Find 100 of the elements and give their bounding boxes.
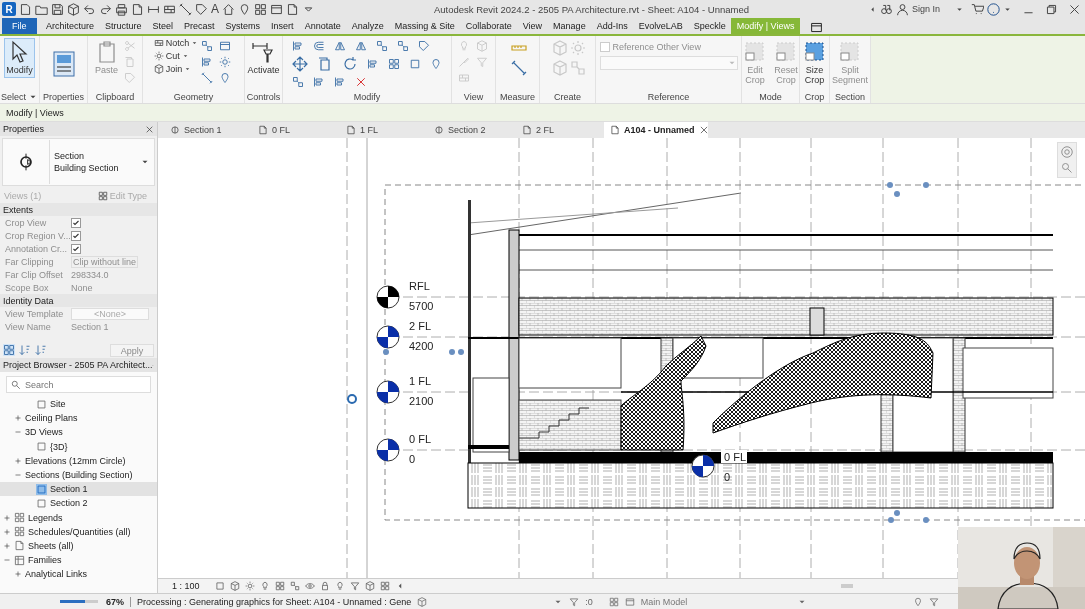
workset-dropdown[interactable]: Main Model xyxy=(640,596,791,607)
tree-item[interactable]: 3D Views xyxy=(0,425,157,440)
view-scale[interactable]: 1 : 100 xyxy=(172,581,200,591)
zoom-icon[interactable] xyxy=(1061,162,1073,174)
cart-icon[interactable] xyxy=(971,2,984,16)
level-head-icon[interactable] xyxy=(691,454,715,478)
grid-icon[interactable] xyxy=(608,596,619,607)
expand-icon[interactable] xyxy=(14,414,22,423)
tree-item[interactable]: Families xyxy=(0,553,157,568)
expand-icon[interactable] xyxy=(14,456,22,465)
eye-icon[interactable] xyxy=(304,581,315,591)
bulb-icon[interactable] xyxy=(259,581,270,591)
document-tab[interactable]: Section 2 xyxy=(428,122,514,138)
help-icon[interactable] xyxy=(987,2,1000,16)
close-icon[interactable] xyxy=(698,125,709,135)
group-header[interactable]: Extents xyxy=(3,204,33,215)
ribbon-tab[interactable]: Analyze xyxy=(346,18,390,34)
rotate-icon[interactable] xyxy=(342,56,358,72)
ribbon-tab[interactable]: Massing & Site xyxy=(389,18,461,34)
align-icon[interactable] xyxy=(367,58,379,70)
sort-icon[interactable] xyxy=(19,344,31,356)
level-elevation[interactable]: 2100 xyxy=(409,395,434,407)
tree-item[interactable]: Section 2 xyxy=(0,496,157,511)
grid-icon[interactable] xyxy=(379,581,390,591)
properties-icon[interactable] xyxy=(51,50,76,78)
align-icon[interactable] xyxy=(313,76,325,88)
align-icon[interactable] xyxy=(292,40,304,52)
tree-item[interactable]: Site xyxy=(0,397,157,412)
sun-icon[interactable] xyxy=(219,56,232,68)
tree-item[interactable]: Sections (Building Section) xyxy=(0,467,157,483)
document-icon[interactable] xyxy=(19,2,32,16)
document-tab[interactable]: Section 1 xyxy=(164,122,250,138)
ribbon-tab[interactable]: Annotate xyxy=(299,18,347,34)
level-name[interactable]: RFL xyxy=(409,280,430,292)
steering-wheel-icon[interactable] xyxy=(1061,146,1073,158)
document-tab[interactable]: 2 FL xyxy=(516,122,602,138)
level-head-icon[interactable] xyxy=(376,380,400,404)
expand-icon[interactable] xyxy=(3,527,11,536)
expand-icon[interactable] xyxy=(3,541,11,550)
grid-icon[interactable] xyxy=(3,344,15,356)
type-selector[interactable]: Section Building Section xyxy=(2,138,155,186)
binoculars-icon[interactable] xyxy=(879,2,893,16)
align-icon[interactable] xyxy=(201,56,214,68)
level-head-icon[interactable] xyxy=(376,438,400,462)
tree-item[interactable]: {3D} xyxy=(0,439,157,454)
ribbon-tab[interactable]: Manage xyxy=(547,18,592,34)
copy-icon[interactable] xyxy=(317,56,333,72)
tree-item[interactable]: Elevations (12mm Circle) xyxy=(0,453,157,468)
cube-icon[interactable] xyxy=(67,2,80,16)
ribbon-tab[interactable]: Collaborate xyxy=(460,18,518,34)
document-tab[interactable]: 1 FL xyxy=(340,122,426,138)
tree-item[interactable]: Schedules/Quantities (all) xyxy=(0,524,157,539)
property-checkbox[interactable] xyxy=(71,230,81,241)
property-checkbox[interactable] xyxy=(71,243,81,254)
tree-item[interactable]: Section 1 xyxy=(0,482,157,497)
redo-icon[interactable] xyxy=(99,2,112,16)
expand-icon[interactable] xyxy=(14,570,22,579)
text-tool[interactable]: A xyxy=(211,2,219,16)
tree-item[interactable]: Analytical Links xyxy=(0,567,157,582)
pin-icon[interactable] xyxy=(912,596,923,607)
restore-icon[interactable] xyxy=(1045,2,1058,16)
close-icon[interactable] xyxy=(145,124,154,134)
cube-icon[interactable] xyxy=(364,581,375,591)
level-head-icon[interactable] xyxy=(376,325,400,349)
expand-icon[interactable] xyxy=(3,513,11,522)
square-icon[interactable] xyxy=(409,58,421,70)
ribbon-tab[interactable]: Systems xyxy=(220,18,266,34)
navigation-bar[interactable] xyxy=(1057,142,1077,178)
ribbon-button[interactable]: Size Crop xyxy=(800,38,829,88)
grid-icon[interactable] xyxy=(388,58,400,70)
tree-item[interactable]: Ceiling Plans xyxy=(0,411,157,426)
dropdown-field[interactable] xyxy=(599,56,738,70)
document-tab[interactable]: 0 FL xyxy=(252,122,338,138)
bulb-icon[interactable] xyxy=(334,581,345,591)
align-icon[interactable] xyxy=(334,76,346,88)
grip-handle[interactable] xyxy=(383,349,389,355)
cube-icon[interactable] xyxy=(229,581,240,591)
ribbon-tab[interactable]: Insert xyxy=(265,18,300,34)
sun-icon[interactable] xyxy=(244,581,255,591)
ribbon-tab[interactable]: Add-Ins xyxy=(591,18,634,34)
grid-icon[interactable] xyxy=(254,2,267,16)
offset-icon[interactable] xyxy=(313,40,325,52)
level-name[interactable]: 1 FL xyxy=(409,375,431,387)
ribbon-tab[interactable]: Architecture xyxy=(40,18,100,34)
tag-icon[interactable] xyxy=(195,2,208,16)
ribbon-button[interactable]: Join xyxy=(153,64,199,74)
level-name[interactable]: 0 FL xyxy=(409,433,431,445)
ribbon-tab[interactable]: File xyxy=(2,18,37,34)
sheet-icon[interactable] xyxy=(286,2,299,16)
lock-icon[interactable] xyxy=(319,581,330,591)
level-elevation[interactable]: 0 xyxy=(724,471,731,483)
pin-icon[interactable] xyxy=(238,2,251,16)
document-tab[interactable]: A104 - Unnamed xyxy=(604,122,708,138)
square-icon[interactable] xyxy=(214,581,225,591)
ribbon-tab[interactable]: EvolveLAB xyxy=(633,18,689,34)
app-logo[interactable]: R xyxy=(2,2,16,16)
measure-line-icon[interactable] xyxy=(510,60,527,76)
ribbon-tab[interactable]: Steel xyxy=(147,18,179,34)
window-icon[interactable] xyxy=(624,596,635,607)
tag-icon[interactable] xyxy=(418,40,430,52)
